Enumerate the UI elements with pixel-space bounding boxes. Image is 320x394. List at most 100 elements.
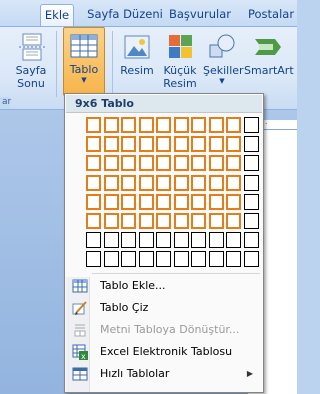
table-grid-cell[interactable]: [209, 232, 224, 248]
table-grid-cell[interactable]: [174, 175, 189, 191]
table-grid-cell[interactable]: [104, 136, 119, 152]
table-grid-cell[interactable]: [174, 194, 189, 210]
table-grid-cell[interactable]: [226, 213, 241, 229]
table-grid-cell[interactable]: [209, 194, 224, 210]
table-grid-cell[interactable]: [156, 194, 171, 210]
clipart-button[interactable]: Küçük Resim: [161, 29, 199, 99]
menu-item-excel-spreadsheet[interactable]: x Excel Elektronik Tablosu: [66, 341, 262, 363]
tab-mailings[interactable]: Postalar: [248, 4, 296, 26]
table-grid-cell[interactable]: [104, 155, 119, 171]
table-grid-cell[interactable]: [139, 155, 154, 171]
table-grid-cell[interactable]: [174, 136, 189, 152]
menu-item-insert-table[interactable]: Tablo Ekle...: [66, 275, 262, 297]
table-grid-cell[interactable]: [121, 251, 136, 267]
table-grid-cell[interactable]: [191, 194, 206, 210]
table-grid-cell[interactable]: [86, 213, 101, 229]
table-grid-cell[interactable]: [174, 232, 189, 248]
table-grid-cell[interactable]: [174, 155, 189, 171]
table-grid-cell[interactable]: [244, 232, 259, 248]
table-grid-cell[interactable]: [86, 251, 101, 267]
table-grid-cell[interactable]: [121, 213, 136, 229]
table-grid-cell[interactable]: [86, 194, 101, 210]
table-grid-cell[interactable]: [139, 251, 154, 267]
table-grid-cell[interactable]: [191, 155, 206, 171]
shapes-button[interactable]: Şekiller ▼: [203, 29, 244, 99]
table-grid-cell[interactable]: [121, 232, 136, 248]
table-grid-cell[interactable]: [226, 155, 241, 171]
table-grid-cell[interactable]: [191, 136, 206, 152]
table-grid-cell[interactable]: [244, 194, 259, 210]
table-grid-cell[interactable]: [104, 213, 119, 229]
page-break-button[interactable]: Sayfa Sonu: [12, 29, 50, 99]
table-grid-cell[interactable]: [244, 155, 259, 171]
table-grid-cell[interactable]: [156, 136, 171, 152]
table-grid-cell[interactable]: [209, 251, 224, 267]
table-grid-cell[interactable]: [139, 213, 154, 229]
group-label: ar: [0, 97, 12, 109]
table-grid-cell[interactable]: [244, 251, 259, 267]
tab-page-layout[interactable]: Sayfa Düzeni: [84, 4, 166, 26]
table-grid-cell[interactable]: [104, 117, 119, 133]
table-grid-cell[interactable]: [139, 194, 154, 210]
table-grid-cell[interactable]: [226, 251, 241, 267]
menu-item-draw-table[interactable]: Tablo Çiz: [66, 297, 262, 319]
table-grid-cell[interactable]: [191, 175, 206, 191]
table-grid-cell[interactable]: [104, 194, 119, 210]
smartart-button[interactable]: SmartArt: [244, 29, 294, 99]
table-grid-cell[interactable]: [156, 117, 171, 133]
table-grid-cell[interactable]: [226, 117, 241, 133]
table-grid-cell[interactable]: [86, 175, 101, 191]
table-grid-cell[interactable]: [174, 213, 189, 229]
table-grid-cell[interactable]: [86, 136, 101, 152]
table-grid-cell[interactable]: [174, 251, 189, 267]
table-grid-cell[interactable]: [156, 251, 171, 267]
table-grid-cell[interactable]: [209, 117, 224, 133]
table-grid-cell[interactable]: [156, 213, 171, 229]
smartart-icon: [253, 33, 283, 61]
table-grid-cell[interactable]: [209, 155, 224, 171]
tab-insert[interactable]: Ekle: [40, 4, 74, 26]
table-grid-cell[interactable]: [104, 251, 119, 267]
table-grid-cell[interactable]: [86, 232, 101, 248]
table-grid-cell[interactable]: [244, 175, 259, 191]
table-grid-cell[interactable]: [226, 232, 241, 248]
table-grid-cell[interactable]: [121, 136, 136, 152]
table-grid-cell[interactable]: [86, 155, 101, 171]
table-button[interactable]: Tablo ▼: [63, 27, 105, 96]
table-grid-cell[interactable]: [191, 251, 206, 267]
menu-item-quick-tables[interactable]: Hızlı Tablolar ▶: [66, 363, 262, 385]
table-grid-cell[interactable]: [139, 175, 154, 191]
table-grid-cell[interactable]: [209, 213, 224, 229]
table-grid-cell[interactable]: [139, 117, 154, 133]
table-grid-cell[interactable]: [139, 232, 154, 248]
table-grid-cell[interactable]: [139, 136, 154, 152]
table-grid-cell[interactable]: [209, 136, 224, 152]
table-grid-cell[interactable]: [174, 117, 189, 133]
table-grid-cell[interactable]: [244, 213, 259, 229]
table-grid-cell[interactable]: [226, 175, 241, 191]
table-grid-cell[interactable]: [191, 232, 206, 248]
table-grid-cell[interactable]: [121, 117, 136, 133]
table-grid-cell[interactable]: [226, 194, 241, 210]
page-break-label-1: Sayfa: [15, 64, 47, 77]
table-grid-cell[interactable]: [191, 117, 206, 133]
table-grid-cell[interactable]: [86, 117, 101, 133]
table-grid-cell[interactable]: [226, 136, 241, 152]
table-grid-cell[interactable]: [156, 175, 171, 191]
table-grid-cell[interactable]: [121, 194, 136, 210]
table-grid-cell[interactable]: [191, 213, 206, 229]
table-grid-cell[interactable]: [244, 136, 259, 152]
table-grid-cell[interactable]: [209, 175, 224, 191]
table-grid-cell[interactable]: [104, 175, 119, 191]
submenu-arrow-icon: ▶: [246, 369, 253, 378]
table-grid-cell[interactable]: [121, 175, 136, 191]
table-grid-cell[interactable]: [156, 155, 171, 171]
table-grid-cell[interactable]: [156, 232, 171, 248]
table-grid-picker[interactable]: [86, 117, 261, 271]
tab-references[interactable]: Başvurular: [168, 4, 232, 26]
table-grid-cell[interactable]: [121, 155, 136, 171]
menu-item-convert-text-to-table[interactable]: Metni Tabloya Dönüştür...: [66, 319, 262, 341]
table-grid-cell[interactable]: [244, 117, 259, 133]
table-grid-cell[interactable]: [104, 232, 119, 248]
picture-button[interactable]: Resim: [119, 29, 155, 99]
